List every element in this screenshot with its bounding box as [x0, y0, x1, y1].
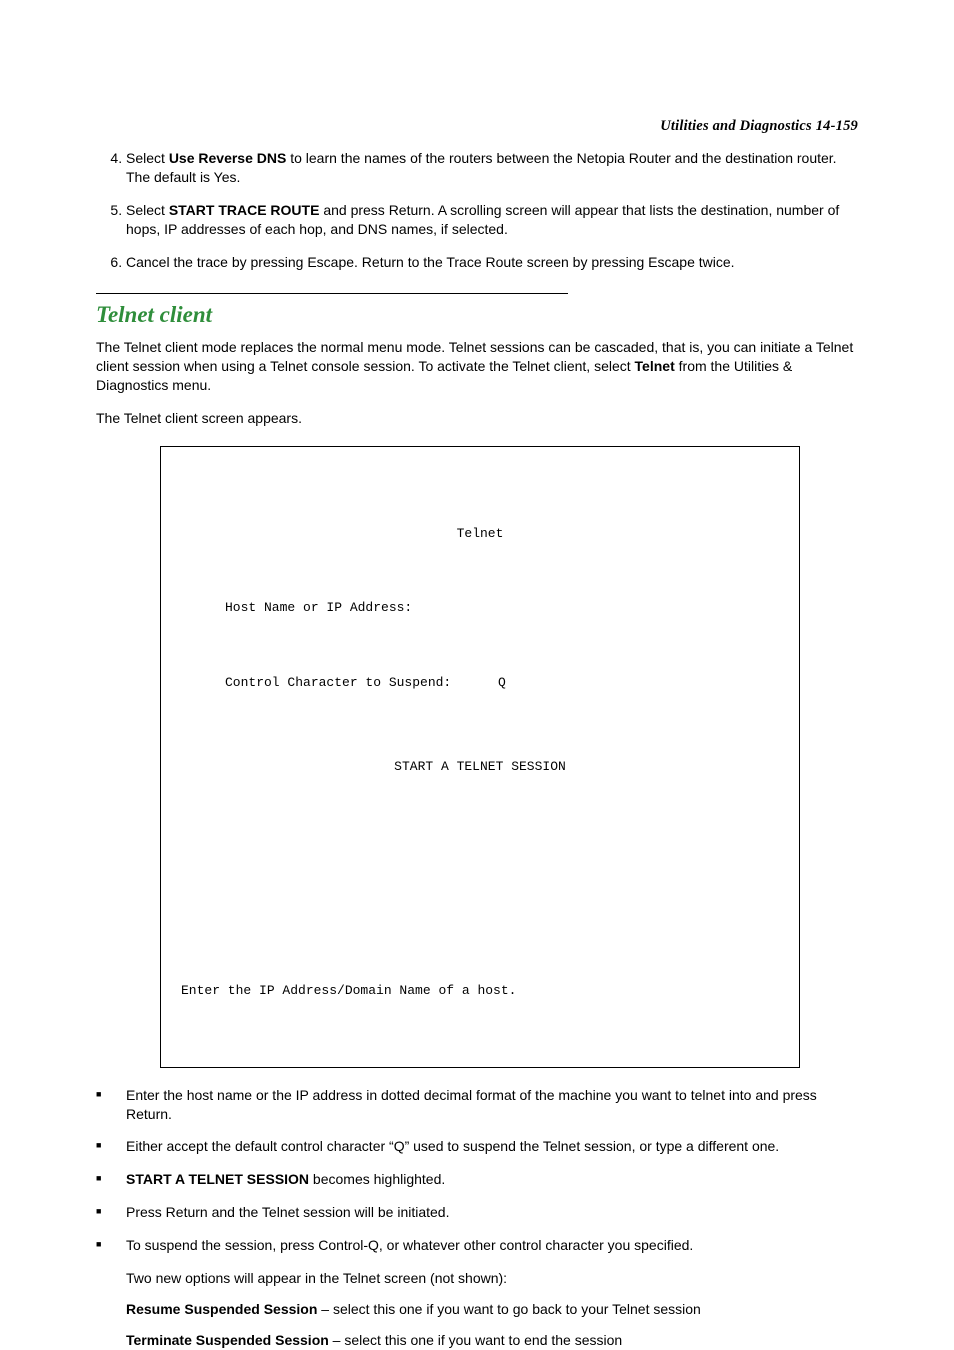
- section-heading: Telnet client: [96, 302, 858, 328]
- terminal-title: Telnet: [181, 522, 779, 547]
- sub-paragraph: Two new options will appear in the Telne…: [126, 1269, 858, 1288]
- sub-paragraph: Resume Suspended Session – select this o…: [126, 1300, 858, 1319]
- step-text-pre: Select: [126, 202, 169, 218]
- document-page: Utilities and Diagnostics 14-159 Select …: [0, 0, 954, 1235]
- step-item: Cancel the trace by pressing Escape. Ret…: [126, 253, 858, 272]
- running-header: Utilities and Diagnostics 14-159: [96, 118, 858, 135]
- list-item: START A TELNET SESSION becomes highlight…: [96, 1170, 858, 1189]
- terminal-action: START A TELNET SESSION: [181, 755, 779, 780]
- body-paragraph: The Telnet client screen appears.: [96, 409, 858, 428]
- list-item: Press Return and the Telnet session will…: [96, 1203, 858, 1222]
- list-item: Either accept the default control charac…: [96, 1137, 858, 1156]
- sub-text: – select this one if you want to go back…: [317, 1301, 700, 1317]
- step-item: Select Use Reverse DNS to learn the name…: [126, 149, 858, 187]
- bullet-text: Enter the host name or the IP address in…: [126, 1087, 817, 1122]
- step-text-bold: Use Reverse DNS: [169, 150, 287, 166]
- sub-bold: Terminate Suspended Session: [126, 1332, 329, 1348]
- bullet-text: Either accept the default control charac…: [126, 1138, 779, 1154]
- bullet-bold: START A TELNET SESSION: [126, 1171, 309, 1187]
- step-text-pre: Select: [126, 150, 169, 166]
- para-bold: Telnet: [635, 358, 675, 374]
- sub-paragraph: Terminate Suspended Session – select thi…: [126, 1331, 858, 1350]
- bullet-list: Enter the host name or the IP address in…: [96, 1086, 858, 1255]
- step-text-post: Cancel the trace by pressing Escape. Ret…: [126, 254, 735, 270]
- sub-bold: Resume Suspended Session: [126, 1301, 317, 1317]
- sub-text: – select this one if you want to end the…: [329, 1332, 622, 1348]
- step-text-bold: START TRACE ROUTE: [169, 202, 320, 218]
- bullet-text: To suspend the session, press Control-Q,…: [126, 1237, 693, 1253]
- step-item: Select START TRACE ROUTE and press Retur…: [126, 201, 858, 239]
- bullet-text: Press Return and the Telnet session will…: [126, 1204, 449, 1220]
- terminal-footer: Enter the IP Address/Domain Name of a ho…: [181, 979, 779, 1004]
- terminal-line: Host Name or IP Address:: [181, 596, 779, 621]
- list-item: To suspend the session, press Control-Q,…: [96, 1236, 858, 1255]
- ordered-steps: Select Use Reverse DNS to learn the name…: [96, 149, 858, 271]
- bullet-text: becomes highlighted.: [309, 1171, 445, 1187]
- body-paragraph: The Telnet client mode replaces the norm…: [96, 338, 858, 395]
- terminal-line: Control Character to Suspend: Q: [181, 671, 779, 696]
- list-item: Enter the host name or the IP address in…: [96, 1086, 858, 1124]
- section-divider: [96, 293, 568, 294]
- terminal-screenshot: Telnet Host Name or IP Address: Control …: [160, 446, 800, 1068]
